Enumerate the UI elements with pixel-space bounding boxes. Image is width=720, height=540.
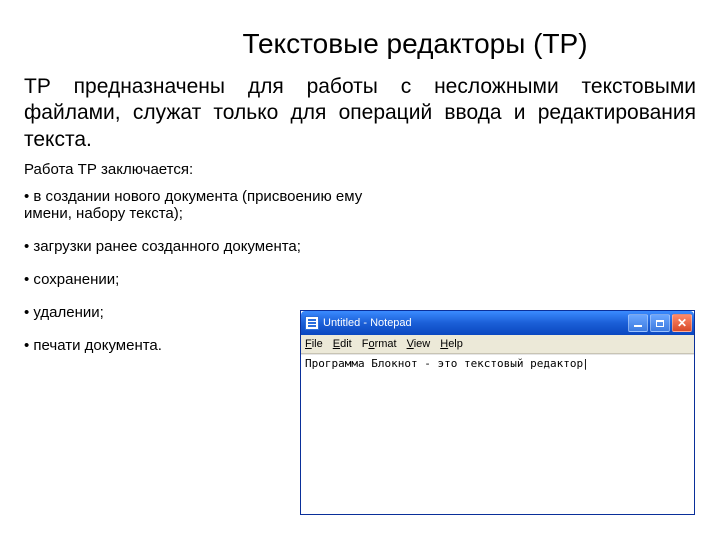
maximize-icon <box>656 320 664 327</box>
text-content: Программа Блокнот - это текстовый редакт… <box>305 357 589 370</box>
titlebar[interactable]: Untitled - Notepad ✕ <box>301 311 694 335</box>
bullet-item: • в создании нового документа (присвоени… <box>24 188 384 222</box>
maximize-button[interactable] <box>650 314 670 332</box>
window-title: Untitled - Notepad <box>323 317 628 329</box>
menu-format[interactable]: Format <box>362 338 397 350</box>
notepad-window: Untitled - Notepad ✕ File Edit Format Vi… <box>300 310 695 515</box>
bullet-item: • загрузки ранее созданного документа; <box>24 238 384 255</box>
intro-text: ТР предназначены для работы с несложными… <box>24 74 696 153</box>
notepad-app-icon <box>305 316 319 330</box>
slide: Текстовые редакторы (ТР) ТР предназначен… <box>0 0 720 540</box>
minimize-icon <box>634 325 642 327</box>
menu-help[interactable]: Help <box>440 338 463 350</box>
close-button[interactable]: ✕ <box>672 314 692 332</box>
close-icon: ✕ <box>677 317 687 329</box>
window-controls: ✕ <box>628 314 692 332</box>
bullet-item: • сохранении; <box>24 271 384 288</box>
sub-heading: Работа ТР заключается: <box>24 161 696 178</box>
text-area[interactable]: Программа Блокнот - это текстовый редакт… <box>301 354 694 515</box>
menu-file[interactable]: File <box>305 338 323 350</box>
menu-view[interactable]: View <box>407 338 431 350</box>
menu-edit[interactable]: Edit <box>333 338 352 350</box>
menubar: File Edit Format View Help <box>301 335 694 354</box>
minimize-button[interactable] <box>628 314 648 332</box>
slide-title: Текстовые редакторы (ТР) <box>24 28 696 60</box>
